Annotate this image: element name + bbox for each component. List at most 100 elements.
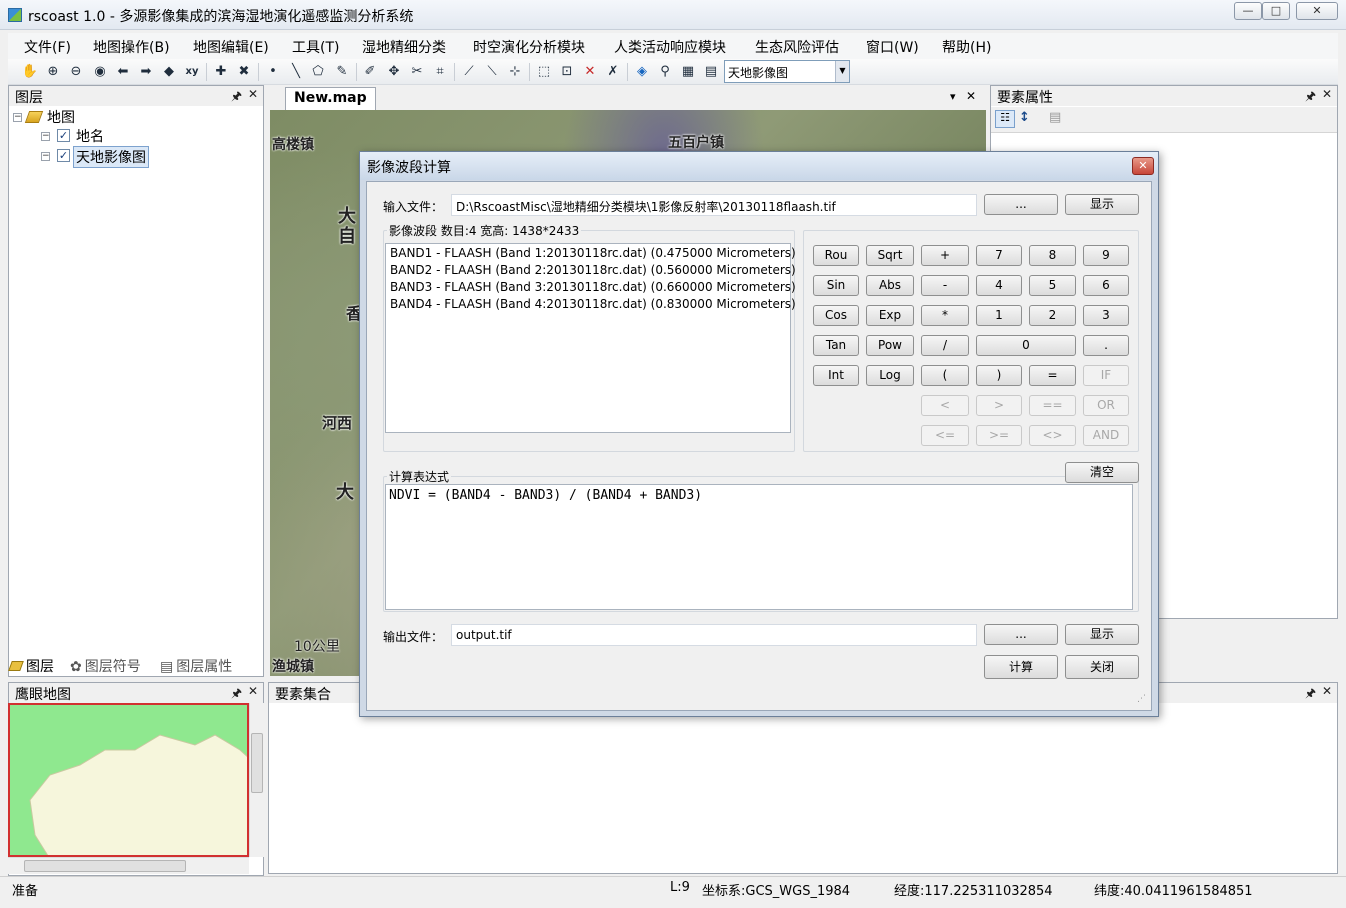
menu-spatiotemporal-analysis[interactable]: 时空演化分析模块 bbox=[473, 37, 585, 57]
calc-button-round[interactable]: Rou bbox=[813, 245, 859, 266]
output-file-field[interactable]: output.tif bbox=[451, 624, 977, 646]
input-file-field[interactable]: D:\RscoastMisc\湿地精细分类模块\1影像反射率\20130118f… bbox=[451, 194, 977, 216]
union-icon[interactable]: ✗ bbox=[603, 62, 623, 82]
calc-button-sqrt[interactable]: Sqrt bbox=[866, 245, 914, 266]
edit-icon[interactable]: ✎ bbox=[332, 62, 352, 82]
expression-editor[interactable]: NDVI = (BAND4 - BAND3) / (BAND4 + BAND3) bbox=[385, 484, 1133, 610]
calc-button-abs[interactable]: Abs bbox=[866, 275, 914, 296]
calc-button-exp[interactable]: Exp bbox=[866, 305, 914, 326]
reshape-icon[interactable]: ⟍ bbox=[482, 62, 502, 82]
tab-layer-properties[interactable]: ▤ 图层属性 bbox=[160, 656, 232, 676]
dialog-title-bar[interactable]: 影像波段计算 ✕ bbox=[360, 152, 1158, 180]
identify-icon[interactable]: ◆ bbox=[159, 62, 179, 82]
calc-button-multiply[interactable]: * bbox=[921, 305, 969, 326]
show-input-button[interactable]: 显示 bbox=[1065, 194, 1139, 215]
calc-button-not-equal[interactable]: <> bbox=[1029, 425, 1076, 446]
calc-button-cos[interactable]: Cos bbox=[813, 305, 859, 326]
show-output-button[interactable]: 显示 bbox=[1065, 624, 1139, 645]
minimize-button[interactable]: — bbox=[1234, 2, 1262, 20]
sort-az-icon[interactable]: ↕ bbox=[1019, 110, 1030, 125]
calc-button-9[interactable]: 9 bbox=[1083, 245, 1129, 266]
split-icon[interactable]: ⟋ bbox=[459, 62, 479, 82]
calc-button-2[interactable]: 2 bbox=[1029, 305, 1076, 326]
binoculars-icon[interactable]: ⚲ bbox=[655, 62, 675, 82]
scrollbar-thumb[interactable] bbox=[251, 733, 263, 793]
calc-button-greater-than[interactable]: > bbox=[976, 395, 1022, 416]
menu-file[interactable]: 文件(F) bbox=[24, 37, 71, 57]
calc-button-0[interactable]: 0 bbox=[976, 335, 1076, 356]
close-icon[interactable]: ✕ bbox=[1322, 684, 1332, 698]
close-icon[interactable]: ✕ bbox=[1322, 87, 1332, 101]
calc-button-tan[interactable]: Tan bbox=[813, 335, 859, 356]
add-layer-icon[interactable]: ✚ bbox=[211, 62, 231, 82]
menu-window[interactable]: 窗口(W) bbox=[866, 37, 919, 57]
browse-output-button[interactable]: ... bbox=[984, 624, 1058, 645]
tab-menu-icon[interactable]: ▾ bbox=[950, 90, 956, 103]
menu-map-edit[interactable]: 地图编辑(E) bbox=[193, 37, 269, 57]
calc-button-or[interactable]: OR bbox=[1083, 395, 1129, 416]
categorized-icon[interactable]: ☷ bbox=[995, 110, 1015, 128]
scrollbar-thumb[interactable] bbox=[24, 860, 186, 872]
pin-icon[interactable]: 🖈 bbox=[231, 684, 242, 705]
calc-button-equals[interactable]: = bbox=[1029, 365, 1076, 386]
calc-button-less-equal[interactable]: <= bbox=[921, 425, 969, 446]
overview-vertical-scrollbar[interactable] bbox=[249, 703, 264, 857]
delete-icon[interactable]: ✕ bbox=[580, 62, 600, 82]
menu-map-operation[interactable]: 地图操作(B) bbox=[93, 37, 170, 57]
calc-button-less-than[interactable]: < bbox=[921, 395, 969, 416]
tree-expander-icon[interactable]: − bbox=[13, 113, 22, 122]
merge-icon[interactable]: ⊹ bbox=[505, 62, 525, 82]
clear-select-icon[interactable]: ⊡ bbox=[557, 62, 577, 82]
remove-layer-icon[interactable]: ✖ bbox=[234, 62, 254, 82]
measure-icon[interactable]: ▦ bbox=[678, 62, 698, 82]
tree-item-satellite-imagery[interactable]: 天地影像图 bbox=[73, 146, 149, 168]
zoom-out-icon[interactable]: ⊖ bbox=[66, 62, 86, 82]
clear-expression-button[interactable]: 清空 bbox=[1065, 462, 1139, 483]
band-list[interactable]: BAND1 - FLAASH (Band 1:20130118rc.dat) (… bbox=[385, 243, 796, 433]
calc-button-plus[interactable]: + bbox=[921, 245, 969, 266]
layer-select[interactable]: 天地影像图 ▼ bbox=[724, 60, 850, 83]
layer-checkbox-icon[interactable]: ✓ bbox=[57, 129, 70, 142]
menu-help[interactable]: 帮助(H) bbox=[942, 37, 991, 57]
close-window-button[interactable]: ✕ bbox=[1296, 2, 1338, 20]
calc-button-and[interactable]: AND bbox=[1083, 425, 1129, 446]
calc-button-5[interactable]: 5 bbox=[1029, 275, 1076, 296]
calc-button-log[interactable]: Log bbox=[866, 365, 914, 386]
calc-button-sin[interactable]: Sin bbox=[813, 275, 859, 296]
close-icon[interactable]: ✕ bbox=[248, 684, 258, 698]
overview-map[interactable] bbox=[8, 703, 249, 857]
calc-button-6[interactable]: 6 bbox=[1083, 275, 1129, 296]
calc-button-if[interactable]: IF bbox=[1083, 365, 1129, 386]
dialog-close-button[interactable]: ✕ bbox=[1132, 157, 1154, 175]
chevron-down-icon[interactable]: ▼ bbox=[835, 61, 849, 82]
pin-icon[interactable]: 🖈 bbox=[231, 87, 242, 108]
resize-grip-icon[interactable]: ⋰ bbox=[1137, 694, 1146, 704]
forward-icon[interactable]: ➡ bbox=[136, 62, 156, 82]
menu-tools[interactable]: 工具(T) bbox=[292, 37, 339, 57]
table-icon[interactable]: ▤ bbox=[701, 62, 721, 82]
calc-button-minus[interactable]: - bbox=[921, 275, 969, 296]
tab-layers[interactable]: 图层 bbox=[8, 656, 54, 676]
calc-button-3[interactable]: 3 bbox=[1083, 305, 1129, 326]
band-list-item[interactable]: BAND4 - FLAASH (Band 4:20130118rc.dat) (… bbox=[390, 297, 796, 311]
polygon-icon[interactable]: ⬠ bbox=[308, 62, 328, 82]
calc-button-1[interactable]: 1 bbox=[976, 305, 1022, 326]
select-icon[interactable]: ⬚ bbox=[534, 62, 554, 82]
band-list-item[interactable]: BAND2 - FLAASH (Band 2:20130118rc.dat) (… bbox=[390, 263, 796, 277]
tree-expander-icon[interactable]: − bbox=[41, 132, 50, 141]
menu-human-activity[interactable]: 人类活动响应模块 bbox=[614, 37, 726, 57]
maximize-button[interactable]: □ bbox=[1262, 2, 1290, 20]
calc-button-8[interactable]: 8 bbox=[1029, 245, 1076, 266]
pin-icon[interactable]: 🖈 bbox=[1305, 684, 1316, 705]
tree-item-place-names[interactable]: 地名 bbox=[76, 126, 104, 146]
close-dialog-button[interactable]: 关闭 bbox=[1065, 655, 1139, 679]
calc-button-equal-to[interactable]: == bbox=[1029, 395, 1076, 416]
calc-button-greater-equal[interactable]: >= bbox=[976, 425, 1022, 446]
vertex-icon[interactable]: ⌗ bbox=[430, 62, 450, 82]
zoom-in-icon[interactable]: ⊕ bbox=[43, 62, 63, 82]
tree-item-map[interactable]: 地图 bbox=[24, 107, 75, 127]
menu-wetland-classification[interactable]: 湿地精细分类 bbox=[362, 37, 446, 57]
calc-button-7[interactable]: 7 bbox=[976, 245, 1022, 266]
tab-new-map[interactable]: New.map bbox=[285, 87, 376, 110]
menu-ecological-risk[interactable]: 生态风险评估 bbox=[755, 37, 839, 57]
